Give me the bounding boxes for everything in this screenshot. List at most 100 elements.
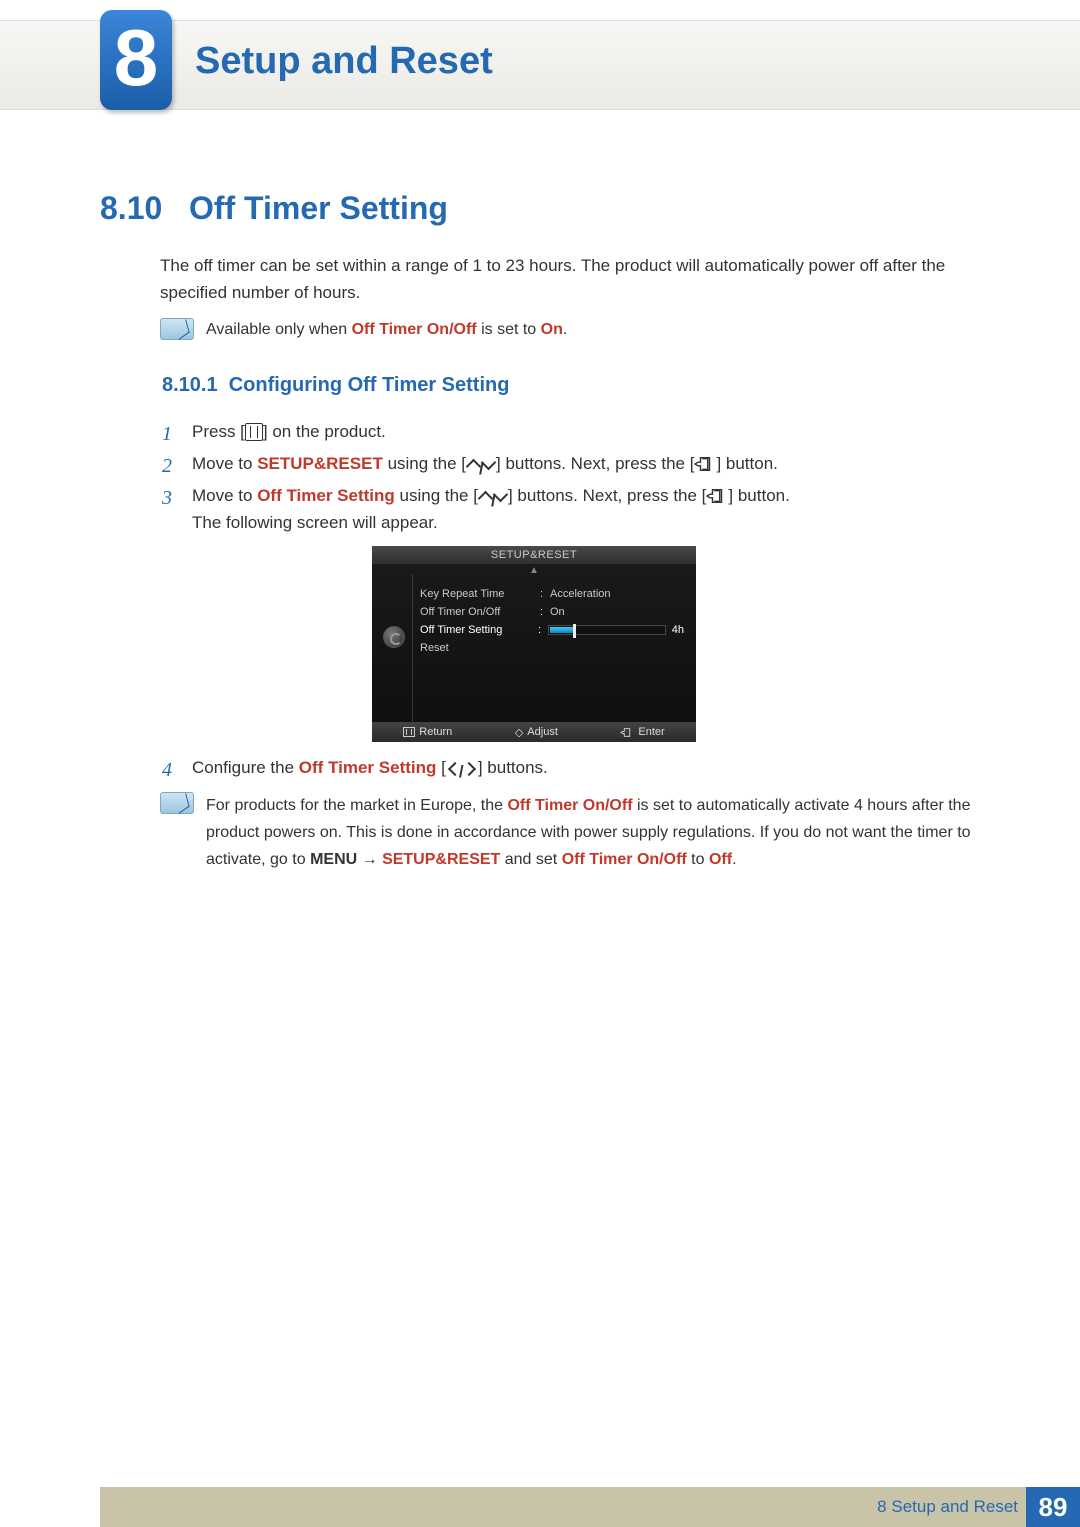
text: using the [ xyxy=(395,486,478,505)
chapter-title: Setup and Reset xyxy=(195,40,493,83)
text: . xyxy=(563,321,567,338)
osd-scroll-up-icon: ▲ xyxy=(372,564,696,576)
osd-row: Off Timer On/Off : On xyxy=(420,604,684,620)
text: Move to xyxy=(192,486,257,505)
subsection-number: 8.10.1 xyxy=(162,374,218,396)
osd-slider-value: 4h xyxy=(672,624,684,636)
note-icon xyxy=(160,792,194,814)
note-icon xyxy=(160,318,194,340)
text: ] on the product. xyxy=(263,422,386,441)
enter-icon xyxy=(706,486,728,504)
text: and set xyxy=(500,851,561,868)
step-number: 1 xyxy=(162,418,192,450)
slider-fill xyxy=(550,627,576,633)
note-block: For products for the market in Europe, t… xyxy=(160,792,980,874)
section-heading: 8.10 Off Timer Setting xyxy=(100,190,448,227)
note-block: Available only when Off Timer On/Off is … xyxy=(160,318,980,342)
text: ] buttons. Next, press the [ xyxy=(496,454,694,473)
up-down-icon: / xyxy=(466,455,496,473)
text: ] button. xyxy=(728,486,789,505)
text: using the [ xyxy=(383,454,466,473)
subsection-title: Configuring Off Timer Setting xyxy=(229,374,510,396)
text: Configure the xyxy=(192,758,299,777)
osd-value: Acceleration xyxy=(550,588,611,600)
text-highlight: Off xyxy=(709,851,732,868)
osd-label: Key Repeat Time xyxy=(420,588,540,600)
left-right-icon: / xyxy=(446,759,478,777)
osd-row: Key Repeat Time : Acceleration xyxy=(420,586,684,602)
section-title: Off Timer Setting xyxy=(189,190,448,226)
osd-body: Key Repeat Time : Acceleration Off Timer… xyxy=(372,576,696,722)
osd-footer-adjust: ◇ Adjust xyxy=(515,726,558,739)
up-down-icon: / xyxy=(478,487,508,505)
osd-footer-return: Return xyxy=(403,726,452,738)
step-text: Move to Off Timer Setting using the [/] … xyxy=(192,482,790,536)
enter-icon xyxy=(694,454,716,472)
osd-colon: : xyxy=(540,588,550,600)
step-text: Press [ ] on the product. xyxy=(192,418,386,445)
chapter-number-badge: 8 xyxy=(100,10,172,110)
text: [ xyxy=(436,758,445,777)
section-intro: The off timer can be set within a range … xyxy=(160,252,980,306)
text: . xyxy=(732,851,736,868)
text: Press [ xyxy=(192,422,245,441)
osd-row: Reset xyxy=(420,640,684,656)
menu-icon xyxy=(245,423,263,441)
text: Move to xyxy=(192,454,257,473)
step-number: 4 xyxy=(162,754,192,786)
osd-divider-curve xyxy=(399,574,413,722)
step-1: 1 Press [ ] on the product. xyxy=(162,418,980,450)
gear-icon xyxy=(383,626,405,648)
text: ] buttons. xyxy=(478,758,548,777)
text-highlight: Off Timer Setting xyxy=(257,486,395,505)
note-text: For products for the market in Europe, t… xyxy=(206,792,980,874)
text-bold: MENU xyxy=(310,851,357,868)
step-text: Configure the Off Timer Setting [/] butt… xyxy=(192,754,548,781)
osd-screenshot: SETUP&RESET ▲ Key Repeat Time : Accelera… xyxy=(372,546,696,742)
adjust-icon: ◇ xyxy=(515,726,523,739)
text: The following screen will appear. xyxy=(192,513,438,532)
step-number: 3 xyxy=(162,482,192,514)
osd-label: Off Timer On/Off xyxy=(420,606,540,618)
text: For products for the market in Europe, t… xyxy=(206,797,507,814)
text: Adjust xyxy=(527,726,558,738)
text: is set to xyxy=(477,321,541,338)
step-3: 3 Move to Off Timer Setting using the [/… xyxy=(162,482,980,536)
text-highlight: Off Timer Setting xyxy=(299,758,437,777)
text-highlight: SETUP&RESET xyxy=(382,851,500,868)
osd-footer: Return ◇ Adjust Enter xyxy=(372,722,696,742)
subsection-heading: 8.10.1 Configuring Off Timer Setting xyxy=(162,374,509,397)
step-2: 2 Move to SETUP&RESET using the [/] butt… xyxy=(162,450,980,482)
osd-row-selected: Off Timer Setting : 4h xyxy=(420,622,684,638)
text-highlight: On xyxy=(541,321,563,338)
osd-value: On xyxy=(550,606,565,618)
osd-label: Reset xyxy=(420,642,540,654)
text: ] buttons. Next, press the [ xyxy=(508,486,706,505)
osd-colon: : xyxy=(540,606,550,618)
step-number: 2 xyxy=(162,450,192,482)
text: ] button. xyxy=(716,454,777,473)
arrow-icon: → xyxy=(357,851,382,868)
text: to xyxy=(687,851,709,868)
text: Return xyxy=(419,726,452,738)
menu-icon xyxy=(403,727,415,737)
text: Enter xyxy=(638,726,664,738)
page-footer: 8 Setup and Reset 89 xyxy=(0,1473,1080,1527)
text-highlight: Off Timer On/Off xyxy=(507,797,632,814)
footer-chapter-ref: 8 Setup and Reset xyxy=(877,1497,1018,1517)
note-text: Available only when Off Timer On/Off is … xyxy=(206,318,567,342)
osd-label: Off Timer Setting xyxy=(420,624,538,636)
text-highlight: SETUP&RESET xyxy=(257,454,383,473)
step-text: Move to SETUP&RESET using the [/] button… xyxy=(192,450,778,477)
osd-colon: : xyxy=(538,624,548,636)
osd-title: SETUP&RESET xyxy=(372,546,696,564)
enter-icon xyxy=(620,727,634,738)
slider-knob xyxy=(573,624,576,638)
step-4: 4 Configure the Off Timer Setting [/] bu… xyxy=(162,754,980,786)
text-highlight: Off Timer On/Off xyxy=(352,321,477,338)
osd-footer-enter: Enter xyxy=(620,726,664,738)
text: Available only when xyxy=(206,321,352,338)
text-highlight: Off Timer On/Off xyxy=(562,851,687,868)
osd-slider xyxy=(548,625,666,635)
section-number: 8.10 xyxy=(100,190,162,226)
